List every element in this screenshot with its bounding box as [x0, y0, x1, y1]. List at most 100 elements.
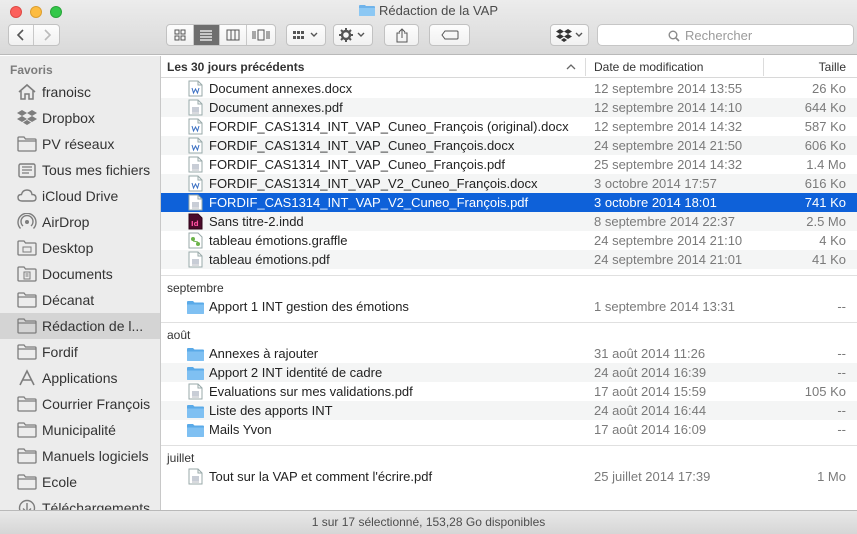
file-row[interactable]: FORDIF_CAS1314_INT_VAP_Cuneo_François.do…: [161, 136, 857, 155]
sidebar-item[interactable]: Tous mes fichiers: [0, 157, 160, 183]
dropbox-menu-button[interactable]: [550, 24, 589, 46]
group-header: juillet: [161, 445, 857, 469]
column-date-header[interactable]: Date de modification: [594, 60, 703, 74]
column-header: Les 30 jours précédents Date de modifica…: [161, 56, 857, 78]
file-name: Apport 2 INT identité de cadre: [209, 365, 383, 380]
sidebar-item[interactable]: AirDrop: [0, 209, 160, 235]
file-name: Apport 1 INT gestion des émotions: [209, 299, 409, 314]
file-name: FORDIF_CAS1314_INT_VAP_V2_Cuneo_François…: [209, 176, 538, 191]
file-date-modified: 12 septembre 2014 14:32: [594, 119, 743, 134]
file-name: Tout sur la VAP et comment l'écrire.pdf: [209, 469, 433, 484]
file-date-modified: 25 juillet 2014 17:39: [594, 469, 711, 484]
file-name: Liste des apports INT: [209, 403, 333, 418]
sidebar-item-label: Décanat: [42, 292, 95, 308]
file-date-modified: 24 septembre 2014 21:01: [594, 252, 743, 267]
file-row[interactable]: Document annexes.pdf 12 septembre 2014 14…: [161, 98, 857, 117]
column-separator[interactable]: [763, 58, 764, 76]
pdf-file-icon: [188, 194, 203, 211]
file-size: 606 Ko: [804, 138, 846, 153]
share-button[interactable]: [384, 24, 419, 46]
svg-text:Id: Id: [191, 220, 199, 228]
sidebar-item[interactable]: franoisc: [0, 79, 160, 105]
sidebar-item-label: AirDrop: [42, 214, 90, 230]
sidebar-item[interactable]: Dropbox: [0, 105, 160, 131]
file-row[interactable]: FORDIF_CAS1314_INT_VAP_Cuneo_François.pd…: [161, 155, 857, 174]
file-size: 105 Ko: [804, 384, 846, 399]
file-row[interactable]: tableau émotions.pdf 24 septembre 2014 21…: [161, 250, 857, 269]
arrange-button[interactable]: [286, 24, 326, 46]
file-date-modified: 3 octobre 2014 18:01: [594, 195, 717, 210]
docx-file-icon: [188, 118, 203, 135]
file-size: 26 Ko: [812, 81, 846, 96]
file-row[interactable]: Mails Yvon 17 août 2014 16:09 --: [161, 420, 857, 439]
search-field[interactable]: Rechercher: [597, 24, 854, 46]
file-row[interactable]: FORDIF_CAS1314_INT_VAP_V2_Cuneo_François…: [161, 174, 857, 193]
folder-icon: [359, 5, 375, 16]
forward-button[interactable]: [34, 25, 59, 45]
window-title: Rédaction de la VAP: [0, 3, 857, 18]
sidebar-item[interactable]: Municipalité: [0, 417, 160, 443]
icon-view-button[interactable]: [167, 25, 194, 45]
group-header: août: [161, 322, 857, 346]
file-date-modified: 17 août 2014 15:59: [594, 384, 707, 399]
list-view-button[interactable]: [193, 25, 221, 45]
file-size: --: [837, 422, 846, 437]
file-row[interactable]: Annexes à rajouter 31 août 2014 11:26 --: [161, 344, 857, 363]
file-row[interactable]: FORDIF_CAS1314_INT_VAP_V2_Cuneo_François…: [161, 193, 857, 212]
file-row[interactable]: Apport 2 INT identité de cadre 24 août 20…: [161, 363, 857, 382]
file-row[interactable]: Apport 1 INT gestion des émotions 1 septe…: [161, 297, 857, 316]
action-button[interactable]: [333, 24, 373, 46]
sidebar-item[interactable]: Fordif: [0, 339, 160, 365]
file-name: tableau émotions.graffle: [209, 233, 348, 248]
file-row[interactable]: tableau émotions.graffle 24 septembre 201…: [161, 231, 857, 250]
folder-icon: [17, 473, 37, 491]
sidebar-item[interactable]: Décanat: [0, 287, 160, 313]
sidebar-item[interactable]: Manuels logiciels: [0, 443, 160, 469]
folder-icon: [17, 447, 37, 465]
file-row[interactable]: FORDIF_CAS1314_INT_VAP_Cuneo_François (o…: [161, 117, 857, 136]
pdf-file-icon: [188, 468, 203, 485]
airdrop-icon: [17, 212, 37, 231]
file-row[interactable]: Document annexes.docx 12 septembre 2014 1…: [161, 79, 857, 98]
graffle-file-icon: [188, 232, 203, 249]
file-row[interactable]: Liste des apports INT 24 août 2014 16:44 -…: [161, 401, 857, 420]
arrange-icon: [293, 31, 318, 39]
file-row[interactable]: Id Sans titre-2.indd 8 septembre 2014 22:3…: [161, 212, 857, 231]
indesign-file-icon: Id: [188, 213, 203, 230]
sidebar-item[interactable]: Documents: [0, 261, 160, 287]
docx-file-icon: [188, 175, 203, 192]
group-header-label: juillet: [167, 451, 195, 465]
file-size: 741 Ko: [804, 195, 846, 210]
column-separator[interactable]: [585, 58, 586, 76]
file-size: --: [837, 346, 846, 361]
file-size: --: [837, 365, 846, 380]
file-row[interactable]: Evaluations sur mes validations.pdf 17 ao…: [161, 382, 857, 401]
sidebar-item[interactable]: Applications: [0, 365, 160, 391]
file-name: FORDIF_CAS1314_INT_VAP_Cuneo_François.pd…: [209, 157, 506, 172]
folder-icon: [17, 343, 37, 361]
coverflow-view-button[interactable]: [247, 25, 275, 45]
status-text: 1 sur 17 sélectionné, 153,28 Go disponib…: [311, 515, 546, 529]
file-list: Les 30 jours précédents Date de modifica…: [161, 56, 857, 510]
sidebar-item[interactable]: Ecole: [0, 469, 160, 495]
column-view-button[interactable]: [220, 25, 247, 45]
sidebar-item-label: Tous mes fichiers: [42, 162, 151, 178]
column-size-header[interactable]: Taille: [819, 60, 846, 74]
status-bar: 1 sur 17 sélectionné, 153,28 Go disponib…: [0, 510, 857, 534]
sidebar-item-label: Dropbox: [42, 110, 95, 126]
back-button[interactable]: [9, 25, 35, 45]
back-icon: [16, 29, 24, 41]
sidebar-item[interactable]: PV réseaux: [0, 131, 160, 157]
pdf-file-icon: [188, 251, 203, 268]
file-size: 587 Ko: [804, 119, 846, 134]
column-name-header[interactable]: Les 30 jours précédents: [167, 60, 304, 74]
search-placeholder: Rechercher: [685, 28, 753, 43]
sidebar-item[interactable]: Téléchargements: [0, 495, 160, 510]
sidebar-item[interactable]: Rédaction de l...: [0, 313, 160, 339]
file-name: Mails Yvon: [209, 422, 272, 437]
sidebar-item[interactable]: Courrier François: [0, 391, 160, 417]
tag-button[interactable]: [429, 24, 470, 46]
sidebar-item[interactable]: Desktop: [0, 235, 160, 261]
file-row[interactable]: Tout sur la VAP et comment l'écrire.pdf 2…: [161, 467, 857, 486]
sidebar-item[interactable]: iCloud Drive: [0, 183, 160, 209]
